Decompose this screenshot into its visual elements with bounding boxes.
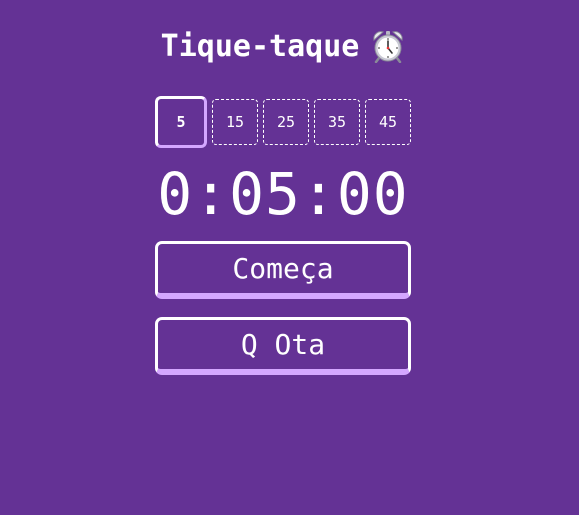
start-button[interactable]: Começa [155, 241, 411, 299]
preset-selector: 5 15 25 35 45 [155, 96, 415, 148]
preset-45-button[interactable]: 45 [365, 99, 411, 145]
header: Tique-taque [145, 26, 421, 66]
timer-display: 0:05:00 [157, 160, 409, 228]
preset-5-button[interactable]: 5 [155, 96, 207, 148]
preset-25-button[interactable]: 25 [263, 99, 309, 145]
reset-button[interactable]: Q Ota [155, 317, 411, 375]
alarm-clock-icon [373, 31, 403, 63]
preset-35-button[interactable]: 35 [314, 99, 360, 145]
app-title: Tique-taque [160, 28, 360, 64]
preset-15-button[interactable]: 15 [212, 99, 258, 145]
